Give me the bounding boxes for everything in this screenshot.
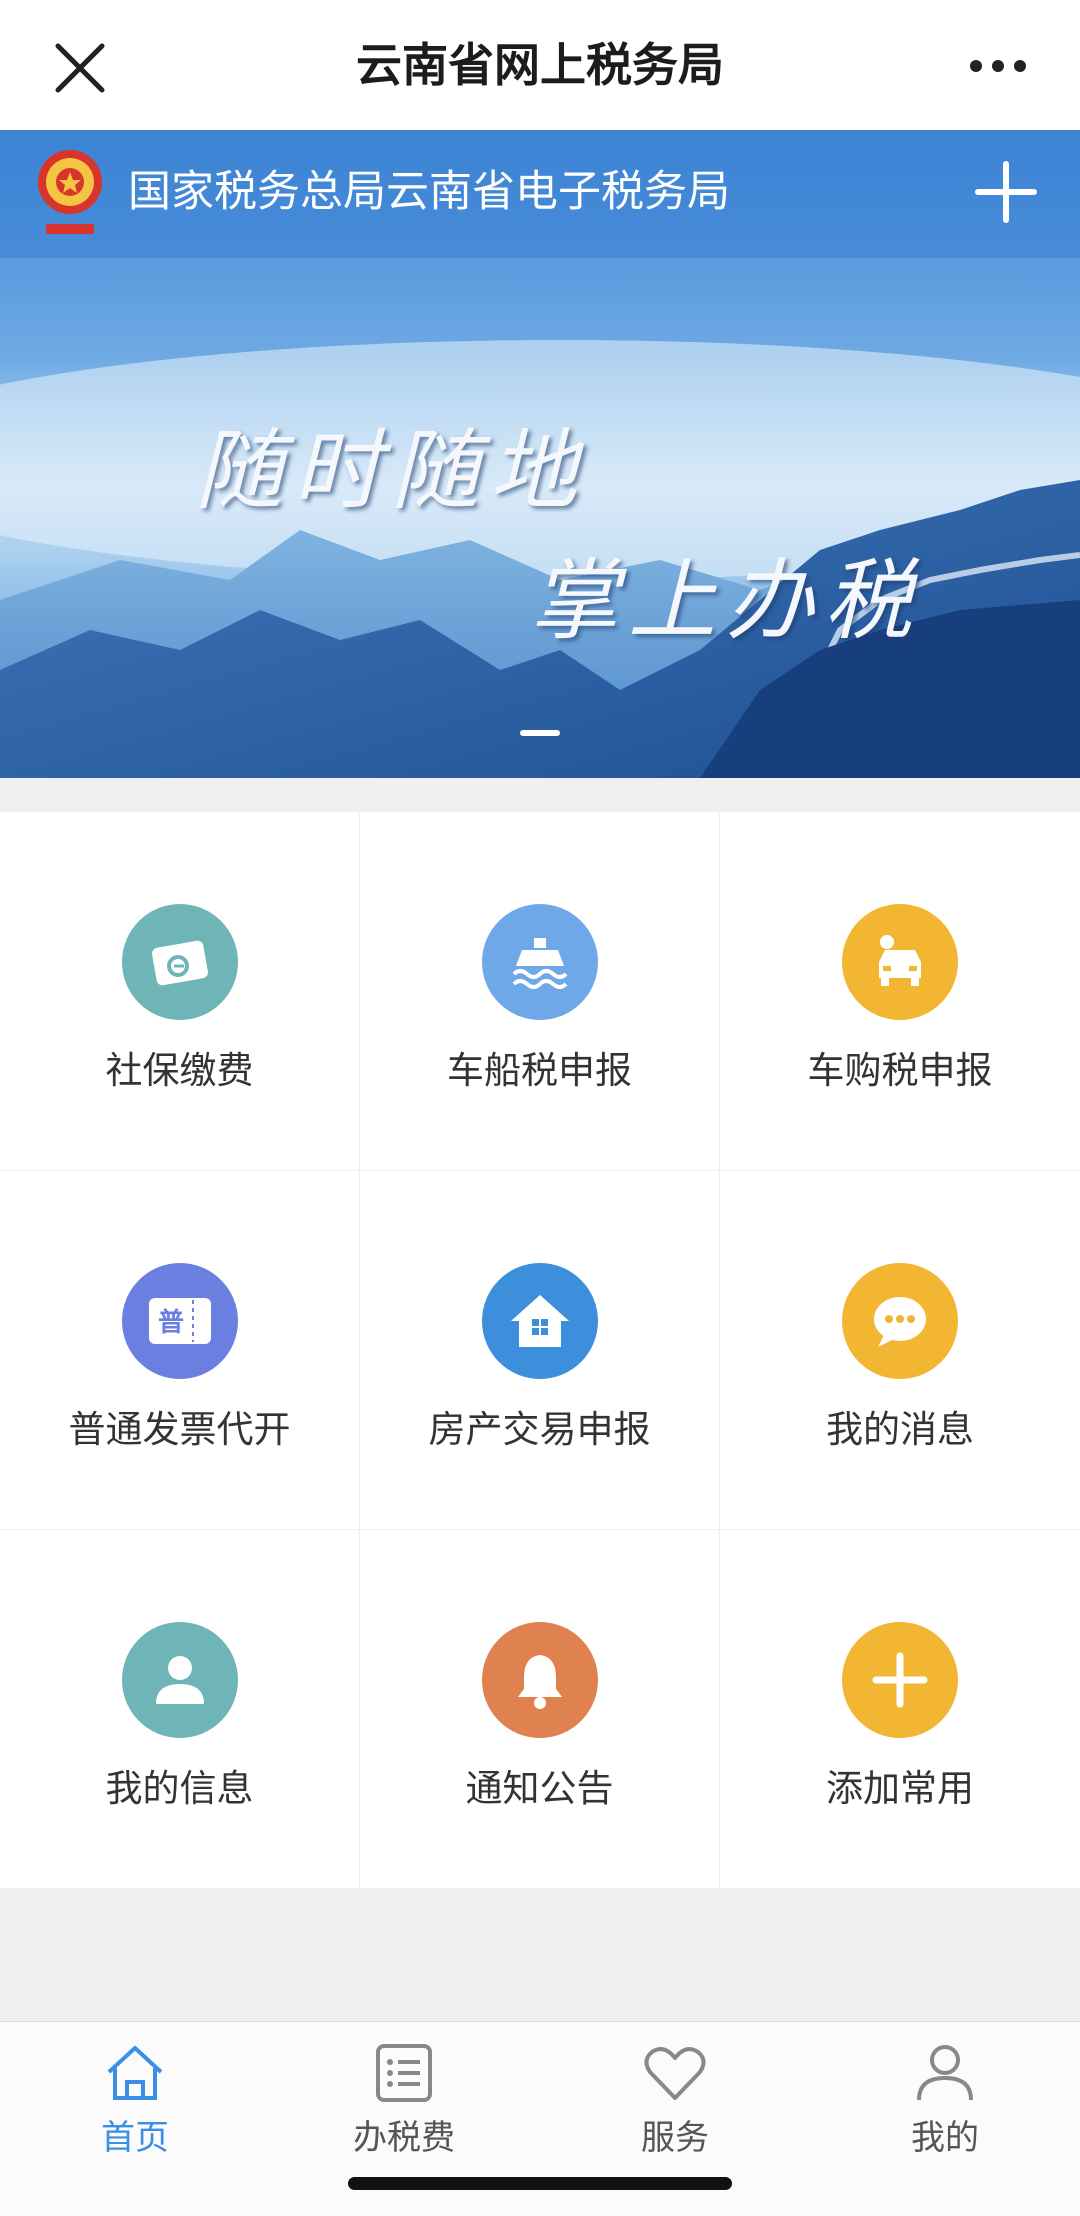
brand-name: 国家税务总局云南省电子税务局 (128, 167, 730, 217)
person-icon (917, 2045, 973, 2101)
user-icon (121, 1622, 238, 1738)
nav-mine[interactable]: 我的 (855, 2042, 1035, 2162)
bell-icon (481, 1622, 598, 1738)
service-label: 普通发票代开 (68, 1408, 291, 1451)
service-my-info[interactable]: 我的信息 (0, 1530, 360, 1889)
brand-bar: 国家税务总局云南省电子税务局 (0, 130, 1080, 258)
service-vehicle-purchase-tax[interactable]: 车购税申报 (720, 812, 1080, 1171)
service-notices[interactable]: 通知公告 (360, 1530, 720, 1889)
service-vessel-tax[interactable]: 车船税申报 (360, 812, 720, 1171)
nav-tax-services[interactable]: 办税费 (314, 2042, 494, 2162)
service-label: 房产交易申报 (428, 1408, 651, 1451)
service-invoice-issuance[interactable]: 普 普通发票代开 (0, 1171, 360, 1530)
nav-label: 办税费 (353, 2118, 455, 2158)
nav-label: 服务 (641, 2118, 709, 2158)
car-icon (842, 904, 958, 1020)
house-icon (481, 1263, 598, 1379)
nav-home[interactable]: 首页 (45, 2042, 225, 2162)
nav-service[interactable]: 服务 (585, 2042, 765, 2162)
service-label: 车购税申报 (807, 1049, 993, 1092)
banner-slogan-line1: 随时随地 (195, 419, 588, 522)
invoice-icon: 普 (121, 1263, 238, 1379)
invoice-icon-char: 普 (157, 1307, 183, 1338)
more-icon[interactable] (968, 46, 1028, 86)
banner-slogan-line2: 掌上办税 (530, 549, 923, 652)
add-icon[interactable] (974, 160, 1038, 224)
home-icon (107, 2046, 163, 2100)
service-label: 我的消息 (826, 1408, 974, 1451)
title-bar: 云南省网上税务局 (0, 0, 1080, 131)
nav-label: 我的 (911, 2118, 979, 2158)
service-label: 通知公告 (465, 1767, 614, 1810)
heart-icon (644, 2047, 706, 2100)
service-label: 社保缴费 (105, 1049, 254, 1092)
service-my-messages[interactable]: 我的消息 (720, 1171, 1080, 1530)
service-property-transaction[interactable]: 房产交易申报 (360, 1171, 720, 1530)
banner-carousel[interactable]: 国家税务总局云南省电子税务局 随时随地 掌上办税 (0, 130, 1080, 778)
nav-label: 首页 (101, 2118, 169, 2158)
chat-bubble-icon (842, 1263, 958, 1379)
social-security-card-icon (121, 904, 238, 1020)
plus-icon (842, 1622, 958, 1738)
ship-icon (481, 904, 598, 1020)
carousel-indicator[interactable] (520, 730, 560, 736)
home-indicator (348, 2177, 732, 2190)
service-label: 添加常用 (826, 1767, 974, 1810)
tax-emblem-icon (38, 150, 102, 234)
service-label: 车船税申报 (447, 1049, 632, 1092)
service-social-security[interactable]: 社保缴费 (0, 812, 360, 1171)
service-label: 我的信息 (105, 1767, 254, 1810)
service-grid: 社保缴费 车船税申报 车购税申报 普 普通发票代开 房产交易申报 我的消息 我的… (0, 812, 1080, 1889)
service-add-favorite[interactable]: 添加常用 (720, 1530, 1080, 1889)
page-title: 云南省网上税务局 (356, 38, 724, 92)
list-icon (376, 2044, 432, 2102)
